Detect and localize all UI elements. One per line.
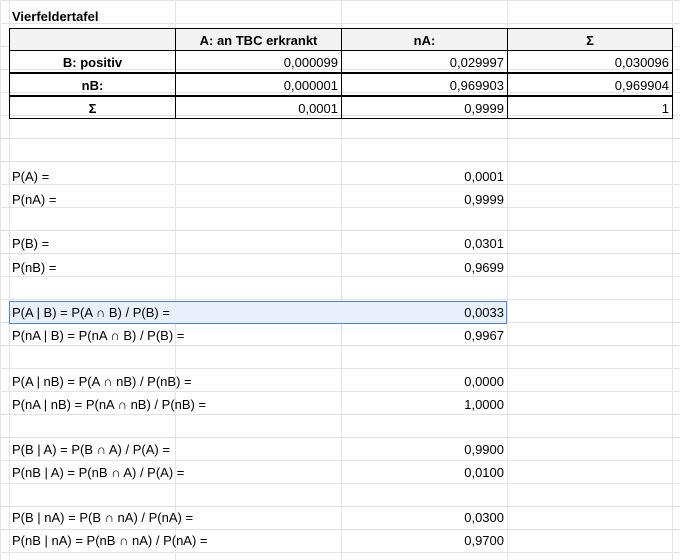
table-cell[interactable]: 0,029997 [341, 50, 508, 73]
calc-value[interactable]: 0,0100 [341, 461, 507, 484]
calc-value[interactable]: 0,9699 [341, 256, 507, 279]
header-cell-sum[interactable]: Σ [507, 28, 673, 51]
calc-value[interactable]: 0,9999 [341, 188, 507, 211]
calc-value[interactable]: 1,0000 [341, 393, 507, 416]
table-cell[interactable]: 1 [507, 96, 673, 119]
row-label-nb[interactable]: nB: [9, 73, 176, 96]
calc-value[interactable]: 0,0301 [341, 232, 507, 255]
calc-label[interactable]: P(nA) = [9, 188, 339, 211]
calc-value[interactable]: 0,9900 [341, 438, 507, 461]
calc-value[interactable]: 0,0000 [341, 370, 507, 393]
header-cell-empty[interactable] [9, 28, 176, 51]
table-cell[interactable]: 0,9999 [341, 96, 508, 119]
calc-label[interactable]: P(nA | nB) = P(nA ∩ nB) / P(nB) = [9, 393, 339, 416]
calc-label[interactable]: P(nB | nA) = P(nB ∩ nA) / P(nA) = [9, 529, 339, 552]
header-cell-a[interactable]: A: an TBC erkrankt [175, 28, 342, 51]
table-cell[interactable]: 0,0001 [175, 96, 342, 119]
calc-value[interactable]: 0,0300 [341, 506, 507, 529]
calc-value[interactable]: 0,9700 [341, 529, 507, 552]
calc-label[interactable]: P(A | nB) = P(A ∩ nB) / P(nB) = [9, 370, 339, 393]
calc-label-selected[interactable]: P(A | B) = P(A ∩ B) / P(B) = [9, 301, 339, 324]
calc-label[interactable]: P(A) = [9, 165, 339, 188]
calc-label[interactable]: P(nB) = [9, 256, 339, 279]
table-cell[interactable]: 0,969903 [341, 73, 508, 96]
table-cell[interactable]: 0,000001 [175, 73, 342, 96]
calc-value[interactable]: 0,0001 [341, 165, 507, 188]
calc-label[interactable]: P(nA | B) = P(nA ∩ B) / P(B) = [9, 324, 339, 347]
calc-label[interactable]: P(B | A) = P(B ∩ A) / P(A) = [9, 438, 339, 461]
calc-label[interactable]: P(B | nA) = P(B ∩ nA) / P(nA) = [9, 506, 339, 529]
calc-label[interactable]: P(B) = [9, 232, 339, 255]
table-cell[interactable]: 0,000099 [175, 50, 342, 73]
calc-label[interactable]: P(nB | A) = P(nB ∩ A) / P(A) = [9, 461, 339, 484]
table-cell[interactable]: 0,969904 [507, 73, 673, 96]
header-cell-na[interactable]: nA: [341, 28, 508, 51]
calc-value[interactable]: 0,9967 [341, 324, 507, 347]
table-cell[interactable]: 0,030096 [507, 50, 673, 73]
calc-value-selected[interactable]: 0,0033 [341, 301, 507, 324]
table-title[interactable]: Vierfeldertafel [9, 5, 209, 28]
row-label-sum[interactable]: Σ [9, 96, 176, 119]
row-label-b[interactable]: B: positiv [9, 50, 176, 73]
